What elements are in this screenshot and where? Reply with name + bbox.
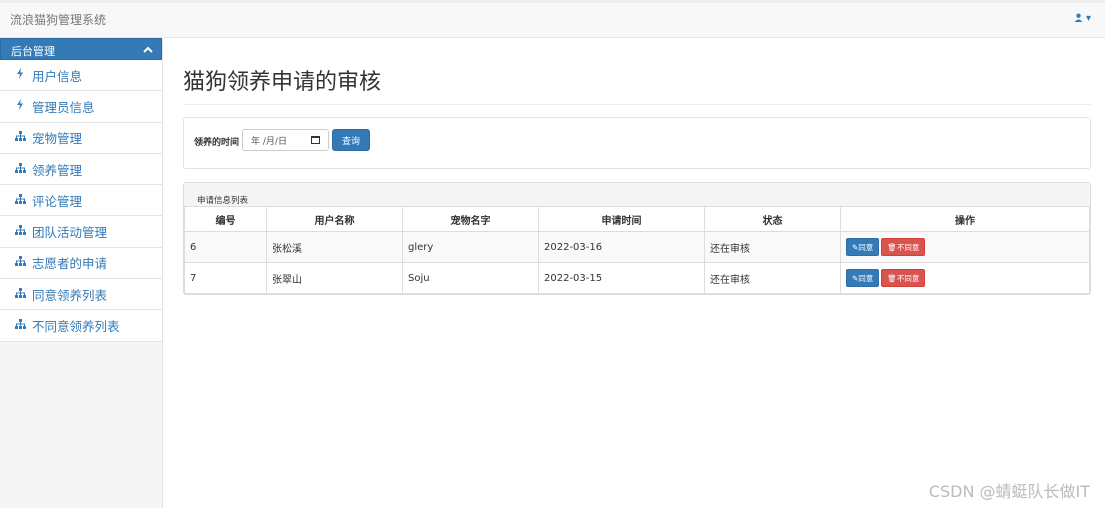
sidebar-item-label: 管理员信息 (32, 99, 95, 115)
table-row: 6 张松溪 glery 2022-03-16 还在审核 ✎同意 🗑不同意 (184, 231, 1090, 263)
page-title: 猫狗领养申请的审核 (183, 64, 1091, 105)
bolt-icon (14, 99, 26, 113)
user-icon (1074, 13, 1083, 22)
cell-status: 还在审核 (704, 231, 841, 263)
agree-label: 同意 (858, 243, 874, 252)
sitemap-icon (14, 131, 26, 144)
cell-date: 2022-03-15 (538, 262, 705, 294)
cell-user: 张松溪 (266, 231, 403, 263)
application-list-panel: 申请信息列表 编号 用户名称 宠物名字 申请时间 状态 操作 6 张松溪 glery 2022-… (183, 182, 1091, 295)
chevron-down-icon: ▾ (1085, 13, 1091, 24)
agree-label: 同意 (858, 274, 874, 283)
table-row: 7 张翠山 Soju 2022-03-15 还在审核 ✎同意 🗑不同意 (184, 262, 1090, 294)
list-heading: 申请信息列表 (184, 183, 1090, 206)
calendar-icon[interactable] (311, 136, 321, 144)
app-title[interactable]: 流浪猫狗管理系统 (10, 11, 106, 28)
column-header: 状态 (704, 206, 841, 232)
sidebar-item-6[interactable]: 志愿者的申请 (0, 248, 162, 280)
sitemap-icon (14, 225, 26, 238)
filter-panel: 领养的时间 年 /月/日 查询 (183, 117, 1091, 169)
column-header: 操作 (840, 206, 1090, 232)
disagree-button[interactable]: 🗑不同意 (881, 238, 926, 256)
sidebar-item-5[interactable]: 团队活动管理 (0, 216, 162, 248)
sidebar-menu: 用户信息管理员信息宠物管理领养管理评论管理团队活动管理 志愿者的申请 同意领养列表不… (0, 60, 162, 342)
column-header: 用户名称 (266, 206, 403, 232)
cell-actions: ✎同意 🗑不同意 (840, 262, 1090, 294)
date-placeholder: 年 /月/日 (251, 136, 287, 147)
column-header: 编号 (184, 206, 267, 232)
sidebar-item-7[interactable]: 同意领养列表 (0, 279, 162, 311)
sitemap-icon (14, 256, 26, 269)
sitemap-icon (14, 162, 26, 176)
sidebar-item-3[interactable]: 领养管理 (0, 154, 162, 186)
sidebar-item-label: 同意领养列表 (32, 287, 108, 303)
disagree-label: 不同意 (896, 243, 920, 252)
date-input[interactable]: 年 /月/日 (242, 129, 330, 151)
sidebar-item-2[interactable]: 宠物管理 (0, 123, 162, 154)
cell-id: 7 (184, 262, 267, 294)
sidebar-item-label: 宠物管理 (32, 131, 83, 147)
date-filter-label: 领养的时间 (194, 138, 240, 148)
sidebar-item-4[interactable]: 评论管理 (0, 185, 162, 217)
sitemap-icon (14, 319, 26, 332)
disagree-button[interactable]: 🗑不同意 (881, 269, 926, 287)
column-header: 申请时间 (538, 206, 705, 232)
application-table: 编号 用户名称 宠物名字 申请时间 状态 操作 6 张松溪 glery 2022-03-16 还在… (184, 206, 1090, 294)
top-navbar: 流浪猫狗管理系统 ▾ (0, 0, 1105, 38)
sidebar-item-label: 用户信息 (32, 68, 83, 84)
sidebar-item-label: 评论管理 (32, 193, 83, 209)
column-header: 宠物名字 (402, 206, 539, 232)
sitemap-icon (14, 287, 26, 301)
cell-date: 2022-03-16 (538, 231, 705, 263)
sidebar-item-1[interactable]: 管理员信息 (0, 91, 162, 123)
sidebar-item-8[interactable]: 不同意领养列表 (0, 310, 162, 342)
sidebar-item-label: 团队活动管理 (32, 225, 108, 241)
sidebar-header[interactable]: 后台管理 (0, 38, 162, 60)
sidebar-item-label: 志愿者的申请 (32, 256, 108, 272)
disagree-label: 不同意 (896, 274, 920, 283)
sidebar-item-label: 不同意领养列表 (32, 319, 120, 335)
table-body: 6 张松溪 glery 2022-03-16 还在审核 ✎同意 🗑不同意 7 张翠山 Soju 20… (184, 231, 1090, 294)
cell-pet: Soju (402, 262, 539, 294)
cell-actions: ✎同意 🗑不同意 (840, 231, 1090, 263)
trash-icon: 🗑 (887, 274, 897, 283)
sidebar-item-0[interactable]: 用户信息 (0, 60, 162, 92)
user-menu[interactable]: ▾ (1074, 13, 1091, 24)
chevron-up-icon (143, 46, 153, 53)
query-button[interactable]: 查询 (332, 129, 371, 151)
cell-user: 张翠山 (266, 262, 403, 294)
cell-id: 6 (184, 231, 267, 263)
sitemap-icon (14, 193, 26, 207)
sidebar-header-label: 后台管理 (11, 45, 55, 58)
cell-pet: glery (402, 231, 539, 263)
cell-status: 还在审核 (704, 262, 841, 294)
agree-button[interactable]: ✎同意 (846, 238, 880, 256)
trash-icon: 🗑 (887, 243, 897, 252)
sidebar-item-label: 领养管理 (32, 162, 83, 178)
agree-button[interactable]: ✎同意 (846, 269, 880, 287)
watermark: CSDN @蜻蜓队长做IT (928, 482, 1090, 501)
main-content: 猫狗领养申请的审核 领养的时间 年 /月/日 查询 申请信息列表 编号 用户名称宠… (183, 38, 1091, 295)
sidebar: 后台管理 用户信息管理员信息宠物管理领养管理评论管理团队活动管理 志愿者的申请 同意… (0, 38, 163, 508)
bolt-icon (14, 68, 26, 82)
table-header-row: 编号 用户名称 宠物名字 申请时间 状态 操作 (184, 206, 1090, 232)
